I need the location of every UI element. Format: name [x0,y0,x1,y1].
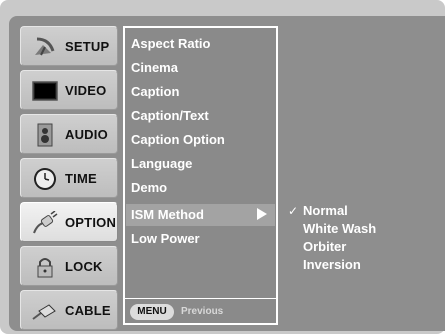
sidebar-item-label: VIDEO [65,83,107,98]
menu-item-caption-option[interactable]: Caption Option [131,130,225,150]
sidebar-item-cable[interactable]: CABLE [20,290,118,330]
menu-item-low-power[interactable]: Low Power [131,229,200,249]
sidebar-item-setup[interactable]: SETUP [20,26,118,66]
tv-screen-icon [32,81,58,101]
sidebar-item-label: OPTION [65,215,117,230]
sidebar-item-label: TIME [65,171,97,186]
satellite-dish-icon [35,37,55,56]
plug-icon [33,211,58,234]
option-menu: Aspect Ratio Cinema Caption Caption/Text… [123,26,278,325]
previous-hint: Previous [181,306,224,317]
menu-item-ism-method[interactable]: ISM Method [131,205,204,225]
menu-item-cinema[interactable]: Cinema [131,58,178,78]
sidebar-item-label: AUDIO [65,127,108,142]
sidebar-item-time[interactable]: TIME [20,158,118,198]
submenu-item-white-wash[interactable]: White Wash [303,220,376,238]
submenu-item-normal[interactable]: Normal [303,202,348,220]
check-icon: ✓ [288,204,299,218]
sidebar-item-label: LOCK [65,259,103,274]
cable-plug-icon [32,304,56,320]
sidebar-item-audio[interactable]: AUDIO [20,114,118,154]
clock-icon [34,168,56,190]
padlock-icon [37,258,53,278]
speaker-icon [37,123,53,147]
arrow-right-icon [257,208,267,220]
menu-footer-divider [125,298,276,299]
menu-item-language[interactable]: Language [131,154,192,174]
menu-button[interactable]: MENU [130,304,174,320]
sidebar-item-option[interactable]: OPTION [20,202,118,242]
sidebar-item-label: CABLE [65,303,111,318]
submenu-item-inversion[interactable]: Inversion [303,256,361,274]
sidebar-item-lock[interactable]: LOCK [20,246,118,286]
submenu-item-orbiter[interactable]: Orbiter [303,238,346,256]
sidebar-item-label: SETUP [65,39,110,54]
sidebar: SETUP VIDEO AUDIO TIME OPTION LOCK CABLE [20,26,118,330]
sidebar-item-video[interactable]: VIDEO [20,70,118,110]
menu-item-aspect-ratio[interactable]: Aspect Ratio [131,34,210,54]
menu-item-caption[interactable]: Caption [131,82,179,102]
menu-item-demo[interactable]: Demo [131,178,167,198]
menu-item-caption-text[interactable]: Caption/Text [131,106,209,126]
